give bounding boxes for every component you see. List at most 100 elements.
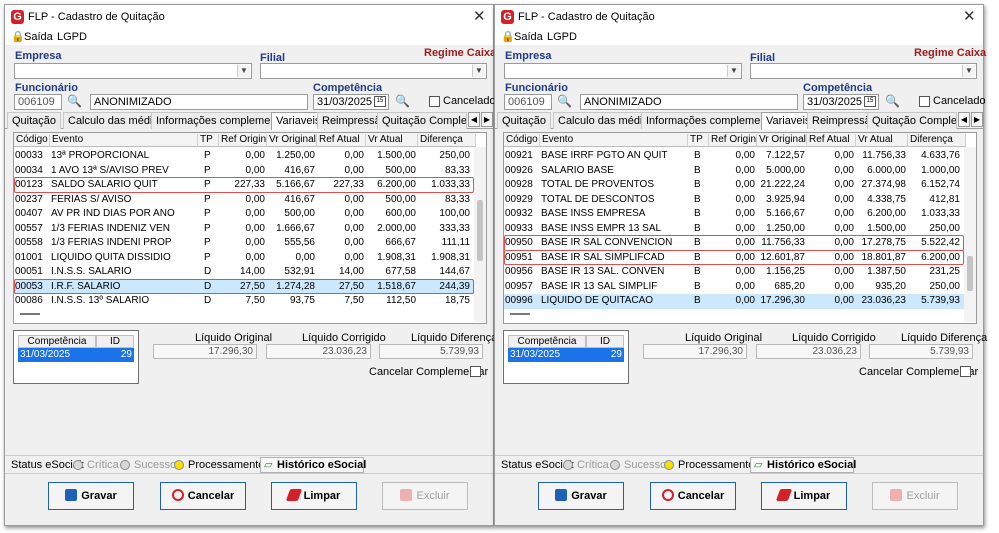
table-row[interactable]: 00928 TOTAL DE PROVENTOS B 0,00 21.222,24 0,0…	[504, 178, 966, 193]
table-row[interactable]: 00558 1/3 FERIAS INDENI PROP P 0,00 555,56 0,…	[14, 236, 476, 251]
competencia-date-field[interactable]: 31/03/2025 15	[803, 94, 879, 110]
cancelar-button[interactable]: Cancelar	[650, 482, 736, 510]
tab-scroll-left-icon[interactable]: ◀	[468, 112, 480, 127]
tab-quitacao[interactable]: Quitação	[497, 112, 552, 129]
cancelar-complementar-checkbox[interactable]	[470, 366, 481, 377]
table-row[interactable]: 01001 LIQUIDO QUITA DISSIDIO P 0,00 0,00 0,00…	[14, 251, 476, 266]
col-header-tp[interactable]: TP	[198, 134, 219, 147]
calendar-icon[interactable]: 15	[374, 96, 386, 107]
table-row[interactable]: 00051 I.N.S.S. SALARIO D 14,00 532,91 14,00 67…	[14, 265, 476, 280]
empresa-select[interactable]: ▼	[14, 63, 252, 79]
table-row[interactable]: 00950 BASE IR SAL CONVENCION B 0,00 11.756,3…	[504, 236, 966, 251]
col-header-ref-atual[interactable]: Ref Atual	[317, 134, 366, 147]
table-row[interactable]: 00956 BASE IR 13 SAL. CONVEN B 0,00 1.156,25…	[504, 265, 966, 280]
filial-select[interactable]: ▼	[260, 63, 487, 79]
cell-codigo: 00921	[505, 150, 533, 161]
limpar-button[interactable]: Limpar	[761, 482, 847, 510]
table-row[interactable]: 00086 I.N.S.S. 13º SALARIO D 7,50 93,75 7,50 1…	[14, 294, 476, 309]
col-header-evento[interactable]: Evento	[50, 134, 198, 147]
table-row[interactable]: 00951 BASE IR SAL SIMPLIFCAD B 0,00 12.601,8…	[504, 251, 966, 266]
mini-cell-competencia[interactable]: 31/03/2025	[508, 348, 586, 362]
mini-cell-id[interactable]: 29	[586, 348, 624, 362]
col-header-ref-original[interactable]: Ref Original	[709, 134, 757, 147]
tab-scroll-right-icon[interactable]: ▶	[971, 112, 983, 127]
table-row[interactable]: 00123 SALDO SALARIO QUIT P 227,33 5.166,67 22…	[14, 178, 476, 193]
tab-quitacao-complementar[interactable]: Quitação Complementa	[377, 112, 467, 129]
search-icon[interactable]: 🔍	[395, 94, 410, 108]
table-row[interactable]: 00407 AV PR IND DIAS POR ANO P 0,00 500,00 0,…	[14, 207, 476, 222]
calendar-icon[interactable]: 15	[864, 96, 876, 107]
cancelar-complementar-checkbox[interactable]	[960, 366, 971, 377]
menu-lgpd[interactable]: LGPD	[547, 31, 577, 43]
vertical-scrollbar[interactable]	[474, 147, 486, 322]
competencia-date-field[interactable]: 31/03/2025 15	[313, 94, 389, 110]
gravar-button[interactable]: Gravar	[538, 482, 624, 510]
funcionario-nome-field[interactable]: ANONIMIZADO	[90, 94, 308, 110]
tab-scroll-left-icon[interactable]: ◀	[958, 112, 970, 127]
drag-handle[interactable]	[510, 313, 530, 315]
close-icon[interactable]: ✕	[473, 7, 486, 25]
search-icon[interactable]: 🔍	[67, 94, 82, 108]
col-header-vr-original[interactable]: Vr Original	[267, 134, 317, 147]
tab-quitacao-complementar[interactable]: Quitação Complementa	[867, 112, 957, 129]
funcionario-id-field[interactable]: 006109	[504, 94, 552, 110]
table-row[interactable]: 00933 BASE INSS EMPR 13 SAL B 0,00 1.250,00 0…	[504, 222, 966, 237]
table-row[interactable]: 00921 BASE IRRF PGTO AN QUIT B 0,00 7.122,57…	[504, 149, 966, 164]
vertical-scrollbar[interactable]	[964, 147, 976, 322]
mini-cell-competencia[interactable]: 31/03/2025	[18, 348, 96, 362]
scrollbar-thumb[interactable]	[477, 199, 483, 261]
menu-saida[interactable]: Saída	[514, 31, 543, 43]
table-row[interactable]: 00996 LIQUIDO DE QUITACAO B 0,00 17.296,30 0,…	[504, 294, 966, 309]
variaveis-grid[interactable]: Código Evento TP Ref Original Vr Origina…	[503, 132, 977, 324]
col-header-diferenca[interactable]: Diferença	[908, 134, 966, 147]
limpar-button[interactable]: Limpar	[271, 482, 357, 510]
drag-handle[interactable]	[20, 313, 40, 315]
filial-select[interactable]: ▼	[750, 63, 977, 79]
search-icon[interactable]: 🔍	[885, 94, 900, 108]
col-header-vr-original[interactable]: Vr Original	[757, 134, 807, 147]
empresa-select[interactable]: ▼	[504, 63, 742, 79]
col-header-evento[interactable]: Evento	[540, 134, 688, 147]
scrollbar-thumb[interactable]	[967, 255, 973, 291]
excluir-button[interactable]: Excluir	[382, 482, 468, 510]
cancelar-button[interactable]: Cancelar	[160, 482, 246, 510]
table-row[interactable]: 00034 1 AVO 13ª S/AVISO PREV P 0,00 416,67 0,…	[14, 164, 476, 179]
cancelado-checkbox[interactable]	[429, 96, 440, 107]
cell-vr-atual: 1.908,31	[377, 251, 416, 263]
table-row[interactable]: 00053 I.R.F. SALARIO D 27,50 1.274,28 27,50 1.…	[14, 279, 476, 294]
col-header-ref-original[interactable]: Ref Original	[219, 134, 267, 147]
competencia-id-grid[interactable]: Competência ID 31/03/2025 29	[503, 330, 629, 384]
table-row[interactable]: 00237 FERIAS S/ AVISO P 0,00 416,67 0,00 500,0…	[14, 193, 476, 208]
col-header-vr-atual[interactable]: Vr Atual	[366, 134, 418, 147]
col-header-tp[interactable]: TP	[688, 134, 709, 147]
tab-scroll-right-icon[interactable]: ▶	[481, 112, 493, 127]
mini-cell-id[interactable]: 29	[96, 348, 134, 362]
table-row[interactable]: 00932 BASE INSS EMPRESA B 0,00 5.166,67 0,00 6…	[504, 207, 966, 222]
funcionario-id-field[interactable]: 006109	[14, 94, 62, 110]
col-header-codigo[interactable]: Código	[504, 134, 540, 147]
funcionario-nome-field[interactable]: ANONIMIZADO	[580, 94, 798, 110]
excluir-button[interactable]: Excluir	[872, 482, 958, 510]
col-header-codigo[interactable]: Código	[14, 134, 50, 147]
tab-quitacao[interactable]: Quitação	[7, 112, 62, 129]
cell-ref-original: 0,00	[245, 150, 265, 161]
table-row[interactable]: 00929 TOTAL DE DESCONTOS B 0,00 3.925,94 0,00…	[504, 193, 966, 208]
search-icon[interactable]: 🔍	[557, 94, 572, 108]
menu-lgpd[interactable]: LGPD	[57, 31, 87, 43]
gravar-button[interactable]: Gravar	[48, 482, 134, 510]
col-header-ref-atual[interactable]: Ref Atual	[807, 134, 856, 147]
col-header-vr-atual[interactable]: Vr Atual	[856, 134, 908, 147]
table-row[interactable]: 00926 SALARIO BASE B 0,00 5.000,00 0,00 6.000,…	[504, 164, 966, 179]
variaveis-grid[interactable]: Código Evento TP Ref Original Vr Origina…	[13, 132, 487, 324]
table-row[interactable]: 00557 1/3 FERIAS INDENIZ VEN P 0,00 1.666,67…	[14, 222, 476, 237]
competencia-id-grid[interactable]: Competência ID 31/03/2025 29	[13, 330, 139, 384]
historico-esocial-button[interactable]: ▱ Histórico eSocial	[260, 457, 366, 473]
cancelado-checkbox[interactable]	[919, 96, 930, 107]
historico-esocial-button[interactable]: ▱ Histórico eSocial	[750, 457, 856, 473]
col-header-diferenca[interactable]: Diferença	[418, 134, 476, 147]
table-row[interactable]: 00957 BASE IR 13 SAL SIMPLIF B 0,00 685,20 0,…	[504, 280, 966, 295]
table-row[interactable]: 00033 13ª PROPORCIONAL P 0,00 1.250,00 0,00 1.…	[14, 149, 476, 164]
empresa-label: Empresa	[15, 50, 62, 62]
menu-saida[interactable]: Saída	[24, 31, 53, 43]
close-icon[interactable]: ✕	[963, 7, 976, 25]
